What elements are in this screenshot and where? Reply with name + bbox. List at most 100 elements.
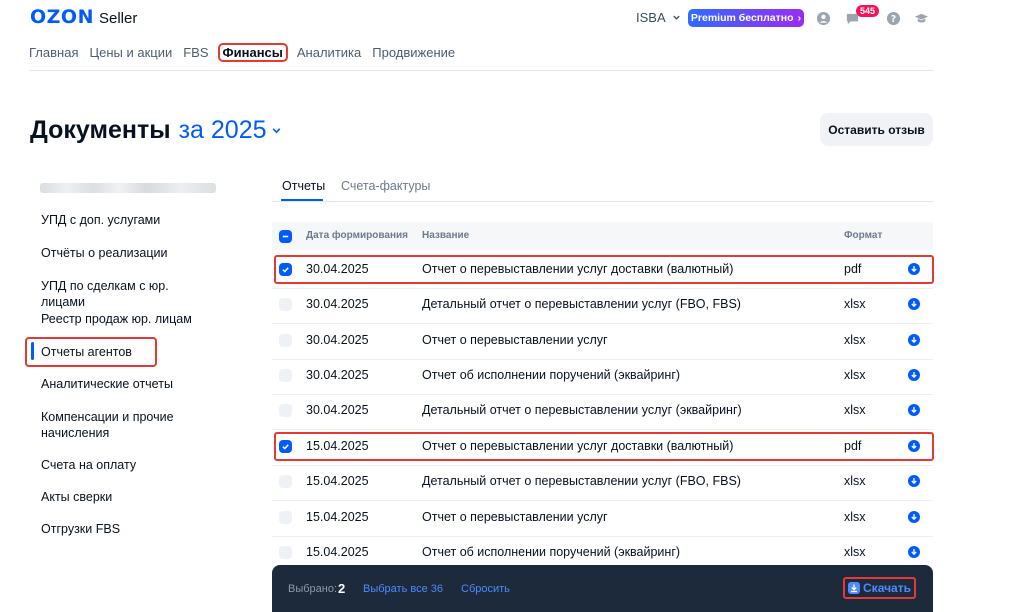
sidebar-item-compensations[interactable]: Компенсации и прочие начисления (41, 409, 181, 441)
row-checkbox[interactable] (279, 475, 292, 488)
row-divider (272, 359, 933, 360)
row-title[interactable]: Детальный отчет о перевыставлении услуг … (422, 403, 742, 417)
leave-review-button[interactable]: Оставить отзыв (820, 113, 933, 146)
row-checkbox[interactable] (279, 369, 292, 382)
row-download-icon[interactable] (908, 404, 920, 416)
row-download-icon[interactable] (908, 298, 920, 310)
row-checkbox[interactable] (279, 298, 292, 311)
column-name[interactable]: Название (422, 230, 469, 241)
nav-item-main[interactable]: Главная (29, 45, 78, 60)
row-title[interactable]: Отчет об исполнении поручений (эквайринг… (422, 545, 680, 559)
premium-button[interactable]: Premium бесплатно › (688, 9, 804, 27)
period-label: за 2025 (178, 116, 267, 144)
tab-invoices[interactable]: Счета-фактуры (341, 179, 430, 193)
sidebar-item-upd-services[interactable]: УПД с доп. услугами (41, 212, 211, 228)
row-format: xlsx (844, 368, 866, 382)
row-divider (272, 394, 933, 395)
arrow-down-icon (911, 372, 917, 379)
row-date: 15.04.2025 (306, 474, 369, 488)
nav-item-fbs[interactable]: FBS (183, 45, 208, 60)
row-download-icon[interactable] (908, 511, 920, 523)
logo-subtitle: Seller (98, 10, 138, 27)
nav-item-analytics[interactable]: Аналитика (297, 45, 361, 60)
selected-label: Выбрано: (288, 583, 338, 595)
row-checkbox[interactable] (279, 511, 292, 524)
row-checkbox[interactable] (279, 334, 292, 347)
row-format: xlsx (844, 545, 866, 559)
row-divider (272, 536, 933, 537)
row-divider (272, 288, 933, 289)
account-icon[interactable] (816, 11, 831, 26)
row-download-icon[interactable] (908, 369, 920, 381)
arrow-down-icon (911, 301, 917, 308)
row-checkbox[interactable] (279, 404, 292, 417)
arrow-down-icon (911, 514, 917, 521)
ozon-seller-logo[interactable]: OZON Seller (30, 6, 137, 28)
column-date[interactable]: Дата формирования (306, 230, 408, 241)
tab-reports[interactable]: Отчеты (282, 179, 325, 193)
row-divider (272, 465, 933, 466)
row-date: 30.04.2025 (306, 368, 369, 382)
arrow-down-icon (911, 337, 917, 344)
sidebar-item-sales-registry[interactable]: Реестр продаж юр. лицам (41, 311, 211, 327)
nav-item-prices[interactable]: Цены и акции (89, 45, 172, 60)
org-switcher[interactable]: ISBA (636, 10, 681, 25)
row-checkbox[interactable] (279, 546, 292, 559)
period-selector[interactable]: за 2025 (179, 116, 282, 145)
chevron-right-icon: › (797, 12, 802, 24)
sidebar-blurred-item (40, 183, 216, 193)
row-download-icon[interactable] (908, 546, 920, 558)
selected-count: 2 (338, 581, 346, 596)
arrow-down-icon (911, 407, 917, 414)
education-icon[interactable] (914, 11, 929, 26)
row-highlight (274, 255, 934, 284)
sidebar-item-analytics-reports[interactable]: Аналитические отчеты (41, 376, 211, 392)
minus-icon (282, 235, 289, 238)
row-download-icon[interactable] (908, 475, 920, 487)
row-highlight (274, 432, 934, 461)
sidebar-item-agent-reports[interactable]: Отчеты агентов (41, 344, 211, 360)
sidebar-item-upd-legal[interactable]: УПД по сделкам с юр. лицами (41, 278, 211, 310)
download-button[interactable]: Скачать (843, 577, 916, 599)
arrow-down-icon (911, 549, 917, 556)
select-all-link[interactable]: Выбрать все 36 (363, 583, 443, 595)
tabs-divider (272, 201, 933, 202)
row-format: xlsx (844, 297, 866, 311)
download-icon (848, 582, 861, 594)
row-format: xlsx (844, 510, 866, 524)
logo-mark: OZON (30, 6, 94, 28)
sidebar-item-reconciliation[interactable]: Акты сверки (41, 489, 211, 505)
row-date: 30.04.2025 (306, 333, 369, 347)
sidebar-item-invoices[interactable]: Счета на оплату (41, 457, 211, 473)
chevron-down-icon (272, 128, 280, 134)
premium-label: Premium бесплатно (690, 12, 794, 24)
row-title[interactable]: Отчет о перевыставлении услуг (422, 333, 608, 347)
row-date: 30.04.2025 (306, 403, 369, 417)
reset-link[interactable]: Сбросить (461, 583, 510, 595)
row-title[interactable]: Детальный отчет о перевыставлении услуг … (422, 297, 741, 311)
nav-item-promotion[interactable]: Продвижение (372, 45, 455, 60)
help-icon[interactable]: ? (886, 11, 901, 26)
row-download-icon[interactable] (908, 334, 920, 346)
row-format: xlsx (844, 333, 866, 347)
sidebar-item-fbs-shipments[interactable]: Отгрузки FBS (41, 521, 211, 537)
messages-badge: 545 (856, 5, 880, 17)
row-date: 15.04.2025 (306, 545, 369, 559)
row-divider (272, 500, 933, 501)
row-date: 30.04.2025 (306, 297, 369, 311)
page-title: Документы за 2025 (30, 116, 282, 145)
column-format[interactable]: Формат (844, 230, 882, 241)
row-format: xlsx (844, 403, 866, 417)
arrow-down-icon (911, 478, 917, 485)
sidebar-item-sales-reports[interactable]: Отчёты о реализации (41, 245, 211, 261)
org-name: ISBA (636, 10, 666, 25)
row-title[interactable]: Отчет об исполнении поручений (эквайринг… (422, 368, 680, 382)
nav-item-finance[interactable]: Финансы (217, 43, 288, 62)
select-all-checkbox[interactable] (279, 230, 292, 243)
top-navigation: Главная Цены и акции FBS Финансы Аналити… (29, 43, 466, 62)
page-title-text: Документы (30, 116, 171, 144)
row-title[interactable]: Отчет о перевыставлении услуг (422, 510, 608, 524)
row-title[interactable]: Детальный отчет о перевыставлении услуг … (422, 474, 741, 488)
download-label: Скачать (863, 581, 911, 595)
row-divider (272, 323, 933, 324)
